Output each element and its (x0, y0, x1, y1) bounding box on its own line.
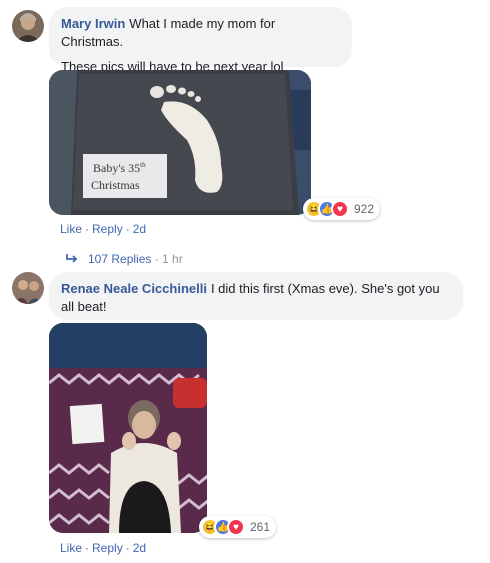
footprint-canvas-image: Baby's 35th Christmas (49, 70, 311, 215)
love-reaction-icon: ♥ (227, 518, 245, 536)
reply-link[interactable]: Reply (92, 222, 123, 236)
reactions-summary[interactable]: 😆 👍 ♥ 922 (303, 198, 381, 220)
comment-actions: Like · Reply · 2d (60, 222, 147, 236)
replies-time: 1 hr (162, 252, 183, 266)
reactions-summary[interactable]: 😆 👍 ♥ 261 (199, 516, 277, 538)
avatar-photo (12, 10, 44, 42)
grandma-photo-image (49, 323, 207, 533)
comment-photo[interactable] (49, 323, 207, 533)
comment-actions: Like · Reply · 2d (60, 541, 147, 555)
reply-arrow-icon (66, 252, 78, 266)
comment-author[interactable]: Renae Neale Cicchinelli (61, 281, 207, 296)
love-reaction-icon: ♥ (331, 200, 349, 218)
reaction-count: 261 (250, 520, 271, 534)
like-link[interactable]: Like (60, 222, 82, 236)
avatar[interactable] (12, 272, 44, 304)
comment-time[interactable]: 2d (133, 222, 146, 236)
comment-text-line2: all beat! (61, 299, 107, 314)
comment-author[interactable]: Mary Irwin (61, 16, 125, 31)
comment-time[interactable]: 2d (133, 541, 146, 555)
comment-bubble: Renae Neale Cicchinelli I did this first … (49, 272, 463, 320)
comment-text: I did this first (Xmas eve). She's got y… (210, 281, 440, 296)
reply-link[interactable]: Reply (92, 541, 123, 555)
reaction-count: 922 (354, 202, 375, 216)
like-link[interactable]: Like (60, 541, 82, 555)
avatar[interactable] (12, 10, 44, 42)
comment-bubble: Mary Irwin What I made my mom for Christm… (49, 7, 352, 74)
photo-caption-line2: Christmas (91, 178, 140, 192)
view-replies-link[interactable]: 107 Replies · 1 hr (66, 252, 183, 266)
avatar-photo (12, 272, 44, 304)
photo-caption-line1: Baby's 35th (93, 161, 146, 175)
comment-photo[interactable]: Baby's 35th Christmas (49, 70, 311, 215)
replies-count[interactable]: 107 Replies (88, 252, 151, 266)
